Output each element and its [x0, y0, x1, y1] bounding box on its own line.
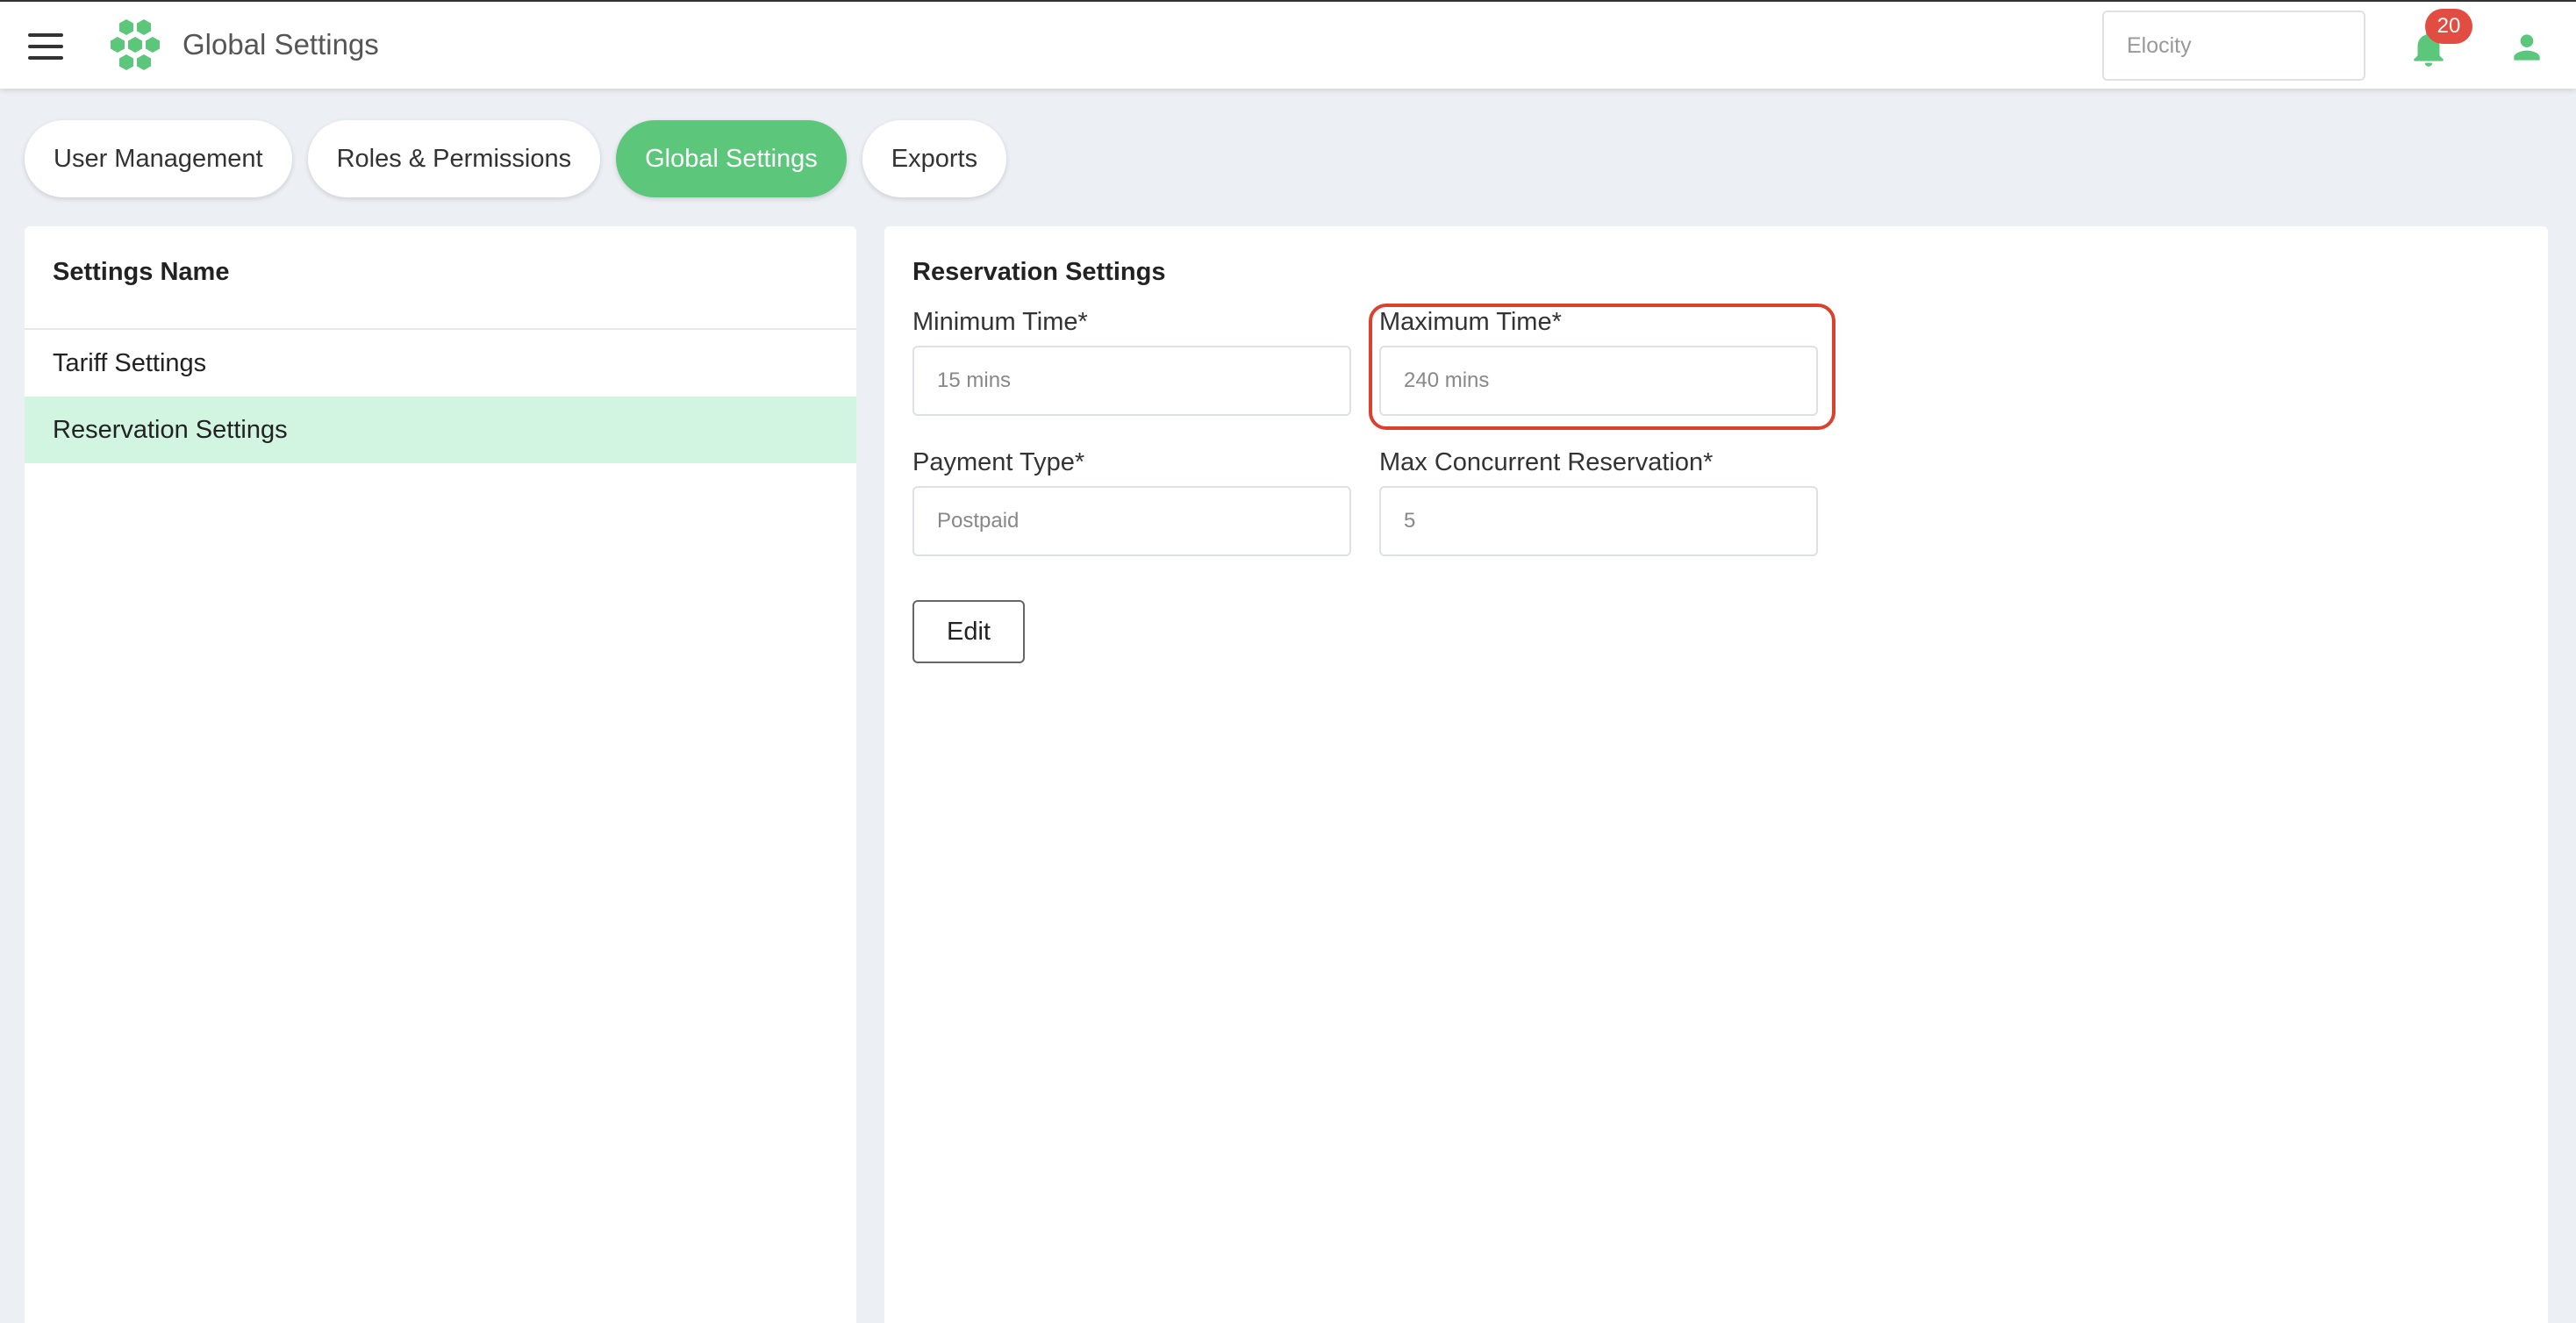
- organization-select[interactable]: Elocity: [2102, 11, 2365, 81]
- maximum-time-field-group: Maximum Time*: [1379, 307, 1818, 416]
- tab-user-management[interactable]: User Management: [25, 120, 292, 197]
- minimum-time-input[interactable]: [912, 346, 1351, 416]
- edit-button[interactable]: Edit: [912, 600, 1025, 663]
- settings-list-header: Settings Name: [25, 226, 856, 330]
- settings-item-reservation[interactable]: Reservation Settings: [25, 397, 856, 463]
- settings-tabs: User Management Roles & Permissions Glob…: [25, 120, 1022, 197]
- page-title: Global Settings: [182, 28, 379, 61]
- hexagon-logo-icon: [111, 19, 160, 70]
- max-concurrent-label: Max Concurrent Reservation*: [1379, 448, 1714, 476]
- payment-type-input[interactable]: [912, 486, 1351, 556]
- section-title: Reservation Settings: [912, 258, 1166, 286]
- max-concurrent-input[interactable]: [1379, 486, 1818, 556]
- settings-item-tariff[interactable]: Tariff Settings: [25, 330, 856, 397]
- maximum-time-input[interactable]: [1379, 346, 1818, 416]
- payment-type-label: Payment Type*: [912, 448, 1085, 476]
- notification-badge: 20: [2425, 9, 2472, 44]
- user-icon[interactable]: [2508, 28, 2546, 67]
- reservation-settings-panel: Reservation Settings Minimum Time* Maxim…: [884, 226, 2548, 1323]
- payment-type-field-group: Payment Type*: [912, 447, 1351, 556]
- minimum-time-field-group: Minimum Time*: [912, 307, 1351, 416]
- max-concurrent-field-group: Max Concurrent Reservation*: [1379, 447, 1818, 556]
- tab-global-settings[interactable]: Global Settings: [616, 120, 847, 197]
- top-bar: Global Settings Elocity 20: [0, 0, 2576, 89]
- minimum-time-label: Minimum Time*: [912, 308, 1088, 336]
- tab-roles-permissions[interactable]: Roles & Permissions: [307, 120, 601, 197]
- settings-list-panel: Settings Name Tariff Settings Reservatio…: [25, 226, 856, 1323]
- tab-exports[interactable]: Exports: [862, 120, 1007, 197]
- menu-icon[interactable]: [28, 33, 63, 60]
- maximum-time-label: Maximum Time*: [1379, 308, 1562, 336]
